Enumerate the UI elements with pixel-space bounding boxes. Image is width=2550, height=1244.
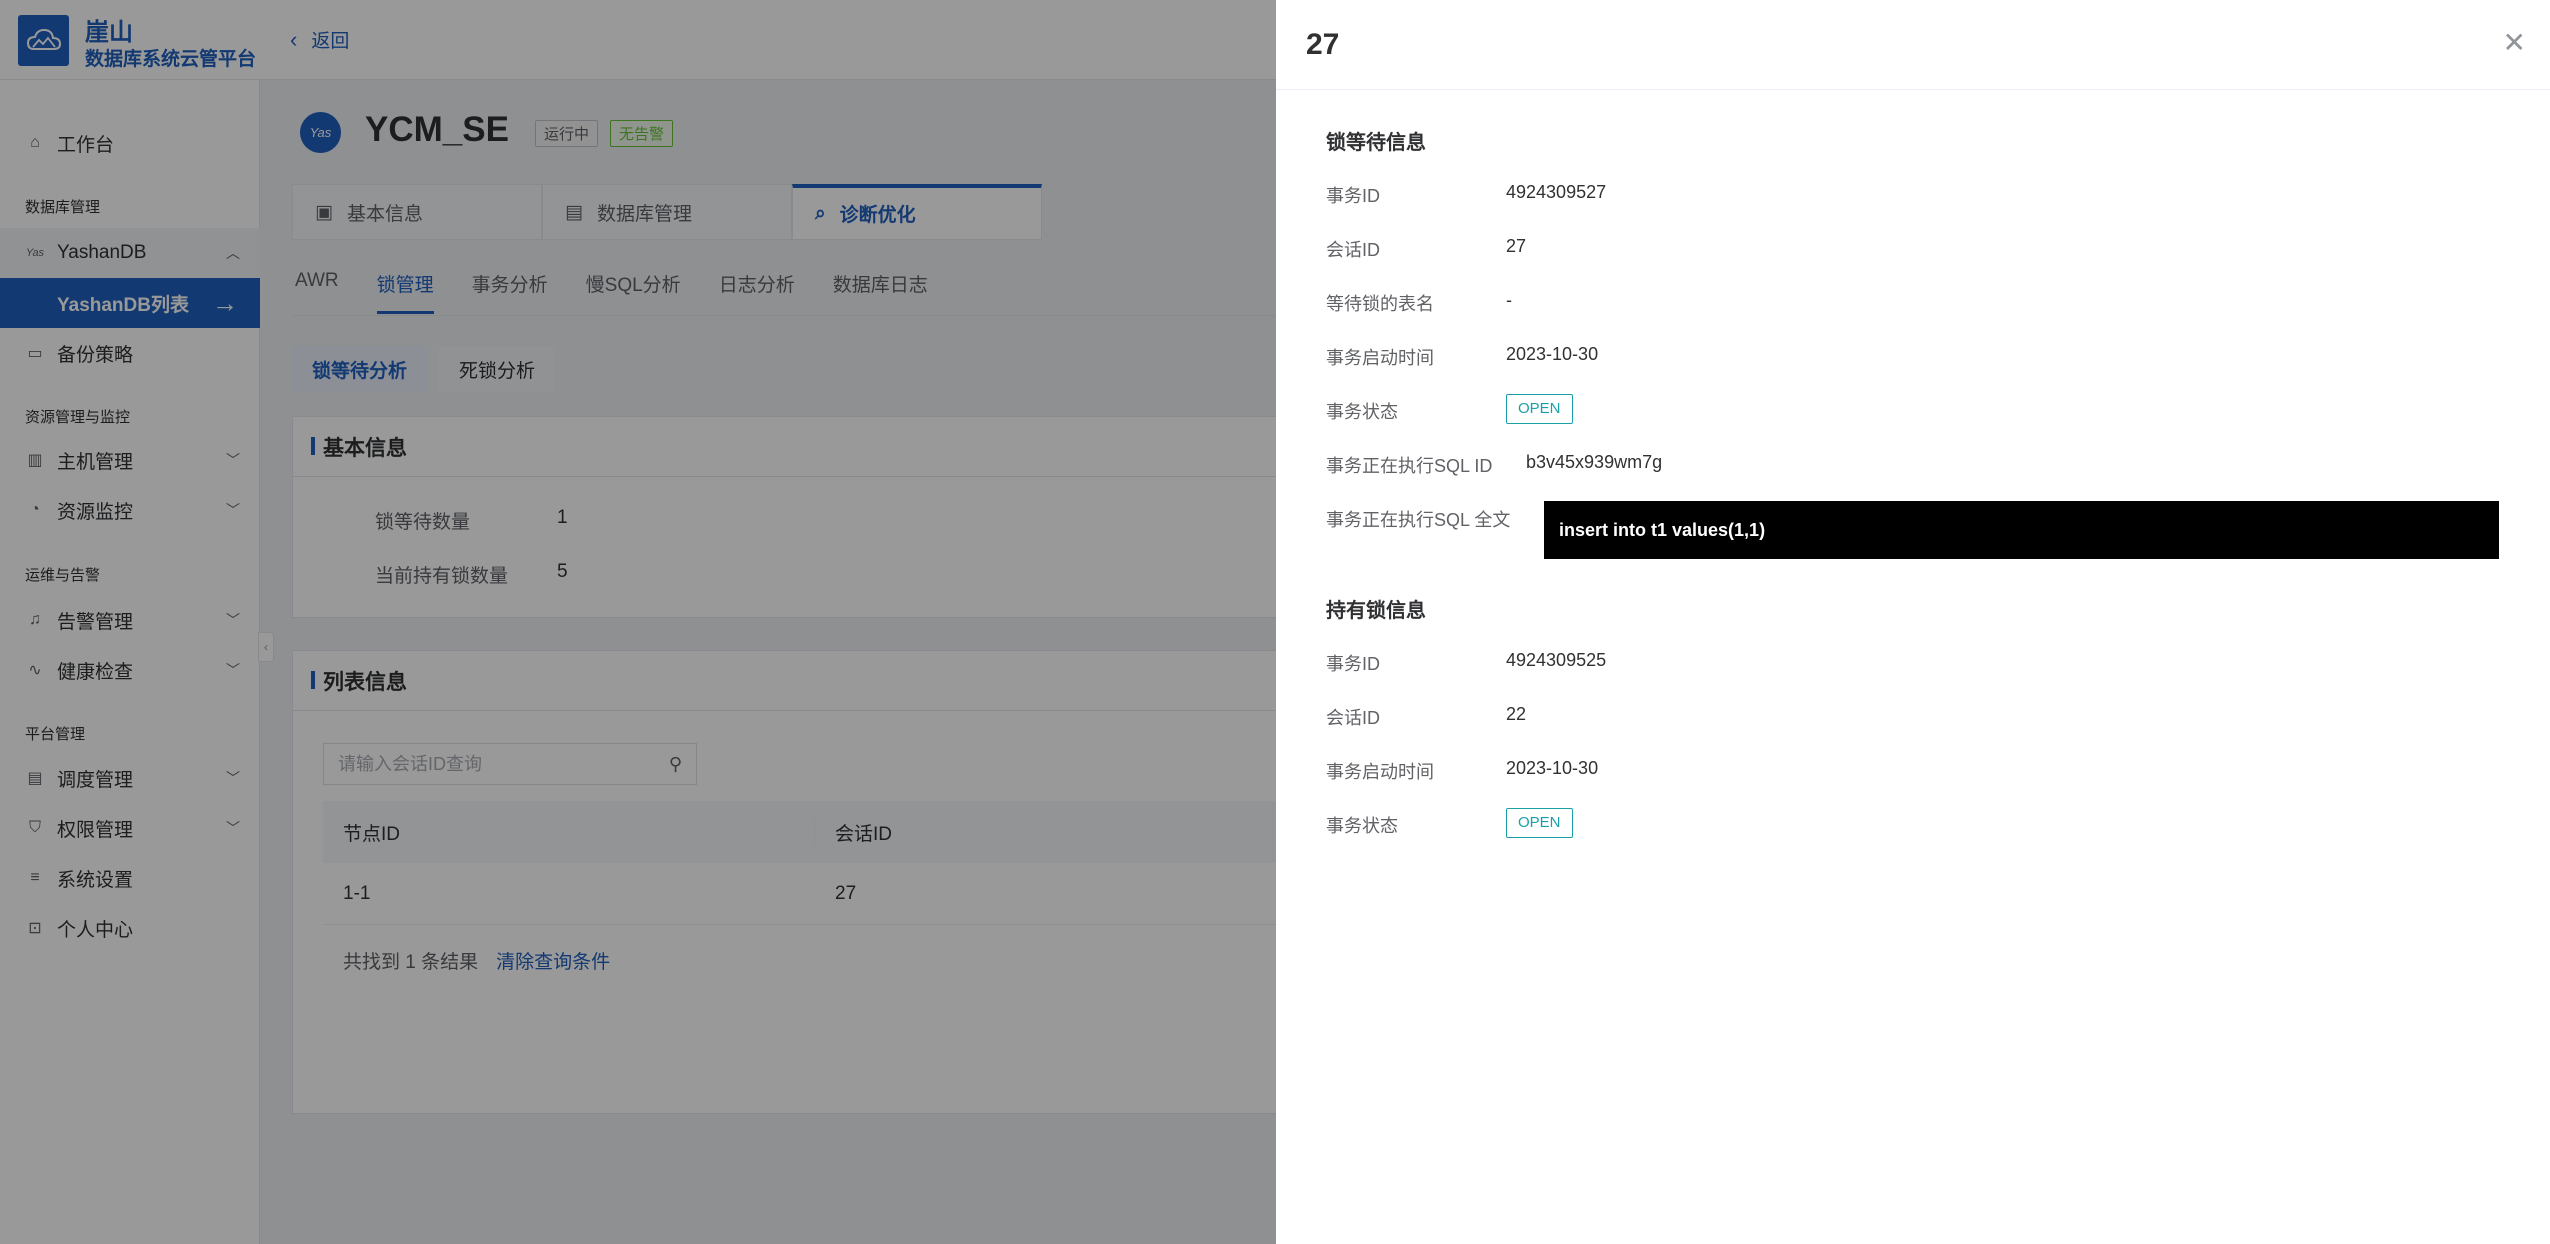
lock-detail-drawer: 27 ✕ 锁等待信息 事务ID 4924309527 会话ID 27 等待锁的表… [1276,0,2550,1244]
drawer-title: 27 [1306,28,1340,61]
sql-text-block: insert into t1 values(1,1) [1544,501,2499,559]
hold-lock-section-title: 持有锁信息 [1326,600,1426,622]
status-badge: OPEN [1506,394,1573,424]
lock-wait-section-title: 锁等待信息 [1326,132,1426,154]
status-badge: OPEN [1506,808,1573,838]
close-icon[interactable]: ✕ [2503,26,2526,59]
drawer-header: 27 ✕ [1276,0,2550,90]
